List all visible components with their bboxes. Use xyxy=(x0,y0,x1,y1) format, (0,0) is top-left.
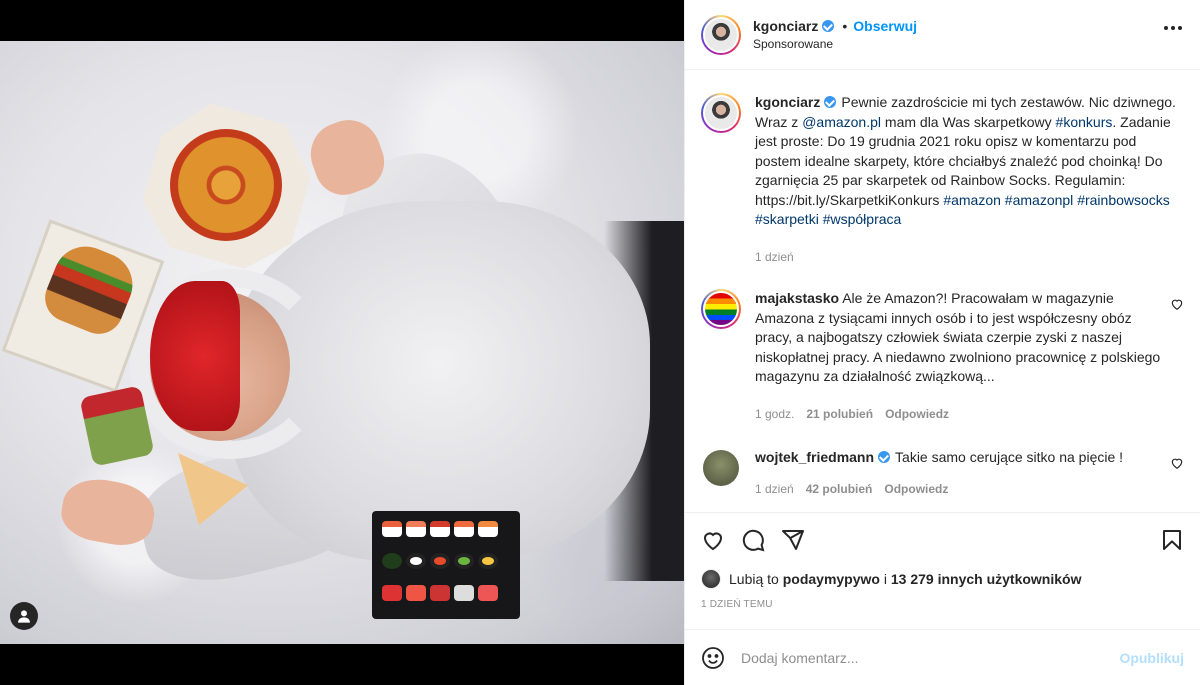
post-photo[interactable] xyxy=(0,41,684,644)
comment-item: wojtek_friedmann Takie samo cerujące sitk… xyxy=(701,448,1184,499)
reply-button[interactable]: Odpowiedz xyxy=(885,407,949,421)
caption-author[interactable]: kgonciarz xyxy=(755,94,820,110)
hashtag-link[interactable]: #skarpetki xyxy=(755,211,819,227)
sponsored-label[interactable]: Sponsorowane xyxy=(753,37,917,51)
post-sidebar: kgonciarz • Obserwuj Sponsorowane kgonciar… xyxy=(684,0,1200,685)
heart-icon[interactable] xyxy=(1170,297,1184,311)
author-avatar[interactable] xyxy=(701,14,741,55)
caption-avatar[interactable] xyxy=(701,93,741,133)
comment-time[interactable]: 1 dzień xyxy=(755,482,794,496)
caption-text-2: mam dla Was skarpetkowy xyxy=(881,113,1056,130)
verified-icon xyxy=(878,451,891,463)
red-beanie xyxy=(150,281,240,431)
bookmark-icon[interactable] xyxy=(1160,528,1184,552)
comment-item: majakstasko Ale że Amazon?! Pracowałam w… xyxy=(701,289,1184,424)
comment-avatar[interactable] xyxy=(703,450,739,486)
comments-list[interactable]: kgonciarz Pewnie zazdrościcie mi tych zes… xyxy=(685,71,1200,511)
hashtag-link[interactable]: #amazonpl xyxy=(1005,192,1074,208)
liker-avatar[interactable] xyxy=(701,569,721,589)
liker-username[interactable]: podaymypywo xyxy=(783,571,880,587)
likes-summary: Lubią to podaymypywo i 13 279 innych uży… xyxy=(701,569,1184,589)
likes-middle: i xyxy=(879,571,891,587)
sushi-tray-socks xyxy=(372,511,520,619)
comment-input[interactable]: Dodaj komentarz... xyxy=(741,650,1119,666)
pizza-socks xyxy=(170,129,282,241)
comment-time[interactable]: 1 godz. xyxy=(755,407,794,421)
author-username[interactable]: kgonciarz xyxy=(753,18,818,34)
reply-button[interactable]: Odpowiedz xyxy=(884,482,948,496)
posted-ago[interactable]: 1 DZIEŃ TEMU xyxy=(701,599,1184,610)
user-tag-icon[interactable] xyxy=(10,602,38,630)
comment-author[interactable]: wojtek_friedmann xyxy=(755,449,874,465)
comment-avatar[interactable] xyxy=(701,289,741,329)
heart-icon[interactable] xyxy=(701,528,725,552)
post-header: kgonciarz • Obserwuj Sponsorowane xyxy=(685,0,1200,70)
caption: kgonciarz Pewnie zazdrościcie mi tych zes… xyxy=(701,93,1184,267)
verified-icon xyxy=(822,20,835,32)
comment-author[interactable]: majakstasko xyxy=(755,290,839,306)
comment-composer: Dodaj komentarz... Opublikuj xyxy=(685,629,1200,685)
comment-icon[interactable] xyxy=(741,528,765,552)
hashtag-link[interactable]: #rainbowsocks xyxy=(1077,192,1170,208)
mention-link[interactable]: @amazon.pl xyxy=(802,114,881,130)
comment-likes[interactable]: 21 polubień xyxy=(806,407,873,421)
follow-button[interactable]: Obserwuj xyxy=(853,18,917,34)
post-actions: Lubią to podaymypywo i 13 279 innych uży… xyxy=(685,512,1200,610)
hashtag-link[interactable]: #współpraca xyxy=(823,211,902,227)
post-media xyxy=(0,0,684,685)
likes-prefix: Lubią to xyxy=(729,571,779,587)
comment-likes[interactable]: 42 polubień xyxy=(806,482,873,496)
heart-icon[interactable] xyxy=(1170,456,1184,470)
verified-icon xyxy=(824,96,837,108)
hashtag-link[interactable]: #konkurs xyxy=(1056,114,1113,130)
caption-time[interactable]: 1 dzień xyxy=(755,250,794,264)
hashtag-link[interactable]: #amazon xyxy=(943,192,1001,208)
share-icon[interactable] xyxy=(781,528,805,552)
comment-text: Takie samo cerujące sitko na pięcie ! xyxy=(895,449,1124,465)
post-modal: kgonciarz • Obserwuj Sponsorowane kgonciar… xyxy=(0,0,1200,685)
likes-others[interactable]: 13 279 innych użytkowników xyxy=(891,571,1082,587)
separator-dot: • xyxy=(842,18,848,34)
more-icon[interactable] xyxy=(1164,26,1182,30)
publish-button[interactable]: Opublikuj xyxy=(1119,650,1184,666)
emoji-icon[interactable] xyxy=(701,646,725,670)
